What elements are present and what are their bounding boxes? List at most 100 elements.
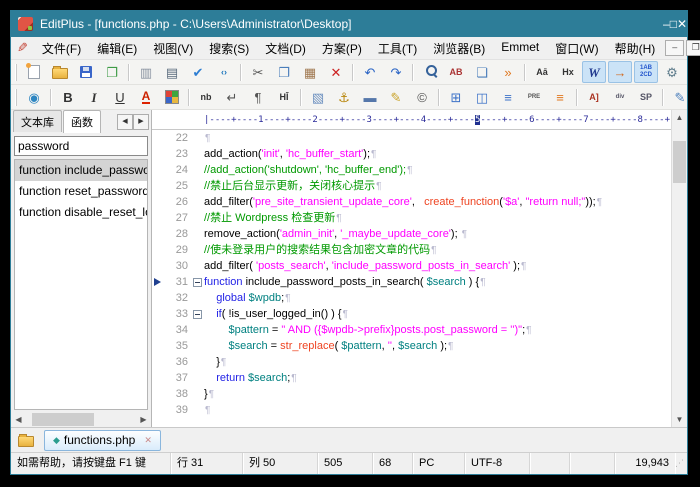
menu-project[interactable]: 方案(P)	[314, 38, 370, 59]
code-line-34[interactable]: 34 $pattern = " AND ({$wpdb->prefix}post…	[152, 322, 671, 338]
menu-browser[interactable]: 浏览器(B)	[425, 38, 493, 59]
code-line-33[interactable]: 33 if( !is_user_logged_in() ) {¶	[152, 306, 671, 322]
print-icon[interactable]: ▤	[160, 61, 184, 83]
code-line-25[interactable]: 25 //禁止后台显示更新，关闭核心提示¶	[152, 178, 671, 194]
code-line-30[interactable]: 30 add_filter( 'posts_search', 'include_p…	[152, 258, 671, 274]
open-folder-icon[interactable]	[48, 61, 72, 83]
paste-icon[interactable]: ▦	[298, 61, 322, 83]
code-line-31[interactable]: 31 function include_password_posts_in_sea…	[152, 274, 671, 290]
align-text-icon[interactable]: ≡	[496, 86, 520, 108]
hex-view-icon[interactable]: Hx	[556, 61, 580, 83]
nonbreaking-space-icon[interactable]: nb	[194, 86, 218, 108]
menu-tools[interactable]: 工具(T)	[370, 38, 425, 59]
code-line-27[interactable]: 27 //禁止 Wordpress 检查更新¶	[152, 210, 671, 226]
tab-functions-php[interactable]: ◆ functions.php ✕	[44, 429, 161, 451]
toolbar-grip[interactable]	[15, 63, 17, 81]
color-palette-icon[interactable]	[160, 86, 184, 108]
italic-icon[interactable]: I	[82, 86, 106, 108]
copy-icon[interactable]: ❐	[272, 61, 296, 83]
view-in-browser-icon[interactable]: ‹›	[212, 61, 236, 83]
named-anchor-icon[interactable]: A]	[582, 86, 606, 108]
tab-scroll-right-icon[interactable]: ▶	[133, 114, 149, 130]
function-filter-input[interactable]	[14, 136, 148, 156]
scrollbar-track[interactable]	[26, 412, 136, 427]
scroll-right-arrow-icon[interactable]: ▶	[136, 412, 151, 427]
line-break-icon[interactable]: ↵	[220, 86, 244, 108]
insert-form-icon[interactable]: ◫	[470, 86, 494, 108]
fold-toggle-icon[interactable]	[193, 278, 202, 287]
preformatted-icon[interactable]: PRE	[522, 86, 546, 108]
menu-emmet[interactable]: Emmet	[493, 38, 547, 59]
change-case-icon[interactable]: Aā	[530, 61, 554, 83]
replace-icon[interactable]: AB	[444, 61, 468, 83]
mdi-restore-button[interactable]: ❐	[686, 40, 700, 56]
sidebar-tab-functions[interactable]: 函数	[63, 110, 101, 133]
save-icon[interactable]	[74, 61, 98, 83]
code-line-37[interactable]: 37 return $search;¶	[152, 370, 671, 386]
code-line-39[interactable]: 39 ¶	[152, 402, 671, 418]
function-list-item[interactable]: function reset_password_	[15, 181, 147, 202]
scrollbar-thumb[interactable]	[32, 413, 94, 426]
resize-grip-icon[interactable]: ⋰	[675, 453, 687, 474]
code-line-38[interactable]: 38}¶	[152, 386, 671, 402]
mark-all-icon[interactable]: »	[496, 61, 520, 83]
heading-icon[interactable]: HĪ	[272, 86, 296, 108]
horizontal-rule-icon[interactable]: ▬	[358, 86, 382, 108]
save-all-icon[interactable]: ❐	[100, 61, 124, 83]
toolbar-grip[interactable]	[15, 88, 17, 106]
maximize-button[interactable]: □	[670, 17, 677, 31]
scroll-down-arrow-icon[interactable]: ▼	[672, 412, 687, 427]
copyright-icon[interactable]: ©	[410, 86, 434, 108]
code-line-22[interactable]: 22 ¶	[152, 130, 671, 146]
insert-list-icon[interactable]: ≡	[548, 86, 572, 108]
word-wrap-icon[interactable]: W	[582, 61, 606, 83]
menu-window[interactable]: 窗口(W)	[547, 38, 606, 59]
scroll-left-arrow-icon[interactable]: ◀	[11, 412, 26, 427]
line-numbers-icon[interactable]: 1AB 2CD	[634, 61, 658, 83]
insert-note-icon[interactable]: ✎	[384, 86, 408, 108]
browser-preview-icon[interactable]: ◉	[22, 86, 46, 108]
function-list-item[interactable]: function disable_reset_lo	[15, 202, 147, 223]
menu-help[interactable]: 帮助(H)	[607, 38, 664, 59]
tab-scroll-left-icon[interactable]: ◀	[117, 114, 133, 130]
minimize-button[interactable]: –	[663, 17, 670, 31]
delete-icon[interactable]: ✕	[324, 61, 348, 83]
underline-icon[interactable]: U	[108, 86, 132, 108]
menu-file[interactable]: 文件(F)	[34, 38, 89, 59]
scrollbar-track[interactable]	[672, 125, 687, 412]
find-icon[interactable]	[418, 61, 442, 83]
span-tag-icon[interactable]: SP	[634, 86, 658, 108]
scrollbar-thumb[interactable]	[673, 141, 686, 183]
insert-table-icon[interactable]: ⊞	[444, 86, 468, 108]
code-line-35[interactable]: 35 $search = str_replace( $pattern, '', …	[152, 338, 671, 354]
fold-toggle-icon[interactable]	[193, 310, 202, 319]
font-color-icon[interactable]: A	[134, 86, 158, 108]
code-line-26[interactable]: 26 add_filter('pre_site_transient_update_…	[152, 194, 671, 210]
menu-view[interactable]: 视图(V)	[145, 38, 201, 59]
code-line-24[interactable]: 24 //add_action('shutdown', 'hc_buffer_en…	[152, 162, 671, 178]
edit-script-icon[interactable]: ✎	[668, 86, 687, 108]
redo-icon[interactable]: ↷	[384, 61, 408, 83]
find-in-files-icon[interactable]: ❏	[470, 61, 494, 83]
bold-icon[interactable]: B	[56, 86, 80, 108]
auto-indent-icon[interactable]: →	[608, 61, 632, 83]
code-editor[interactable]: 22 ¶ 23 add_action('init', 'hc_buffer_start…	[152, 130, 671, 427]
preferences-icon[interactable]: ⚙	[660, 61, 684, 83]
function-list-item[interactable]: function include_passwo	[15, 160, 147, 181]
new-file-icon[interactable]	[22, 61, 46, 83]
scroll-up-arrow-icon[interactable]: ▲	[672, 110, 687, 125]
div-tag-icon[interactable]: div	[608, 86, 632, 108]
code-line-23[interactable]: 23 add_action('init', 'hc_buffer_start');…	[152, 146, 671, 162]
menu-edit[interactable]: 编辑(E)	[89, 38, 145, 59]
menu-document[interactable]: 文档(D)	[257, 38, 314, 59]
code-line-28[interactable]: 28 remove_action('admin_init', '_maybe_up…	[152, 226, 671, 242]
insert-image-icon[interactable]: ▧	[306, 86, 330, 108]
anchor-icon[interactable]: ⚓	[332, 86, 356, 108]
spell-check-icon[interactable]: ✔	[186, 61, 210, 83]
print-preview-icon[interactable]: ▥	[134, 61, 158, 83]
mdi-minimize-button[interactable]: –	[665, 40, 685, 56]
menu-search[interactable]: 搜索(S)	[201, 38, 257, 59]
code-line-36[interactable]: 36 }¶	[152, 354, 671, 370]
paragraph-icon[interactable]: ¶	[246, 86, 270, 108]
undo-icon[interactable]: ↶	[358, 61, 382, 83]
